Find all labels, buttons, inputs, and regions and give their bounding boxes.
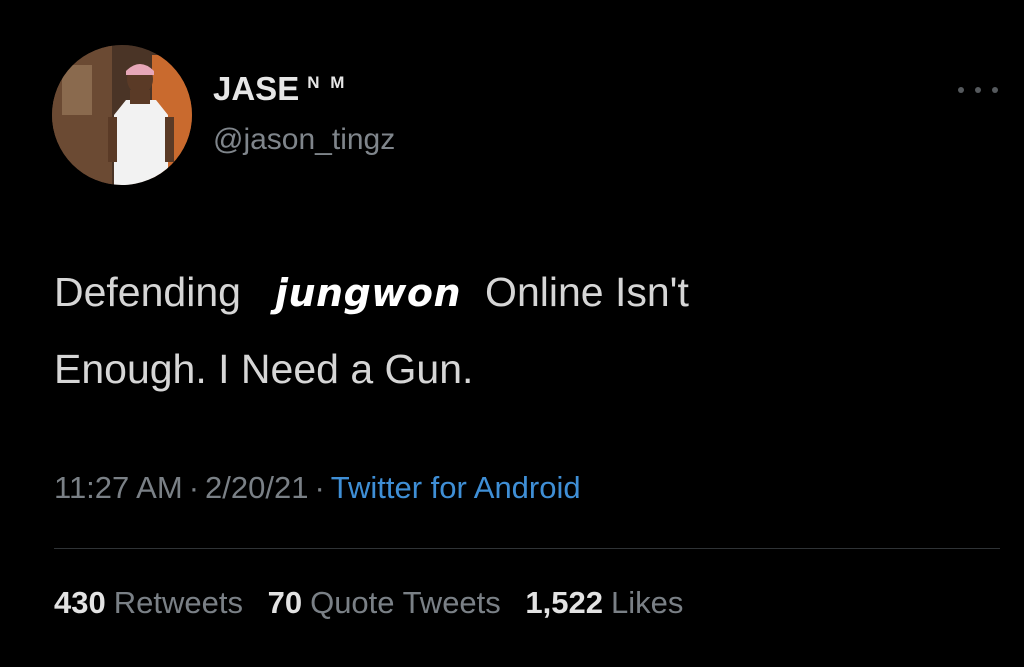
quote-tweets-label: Quote Tweets bbox=[310, 585, 501, 620]
tweet-text-part-2: Online Isn't bbox=[485, 269, 689, 315]
tweet-text: Defending jungwon Online Isn't Enough. I N… bbox=[54, 254, 954, 407]
avatar[interactable] bbox=[52, 45, 192, 185]
tweet-time[interactable]: 11:27 AM bbox=[54, 470, 183, 505]
retweets-count: 430 bbox=[54, 585, 106, 620]
likes-label: Likes bbox=[611, 585, 684, 620]
more-horizontal-icon-dot bbox=[992, 87, 998, 93]
tweet-stats: 430 Retweets 70 Quote Tweets 1,522 Likes bbox=[54, 585, 699, 621]
likes-count: 1,522 bbox=[525, 585, 603, 620]
tweet-text-line-1: Defending jungwon Online Isn't bbox=[54, 254, 954, 331]
meta-separator: · bbox=[188, 470, 200, 505]
more-horizontal-icon bbox=[958, 87, 964, 93]
name-badge: N M bbox=[307, 73, 348, 92]
avatar-photo bbox=[52, 45, 192, 185]
likes-stat[interactable]: 1,522 Likes bbox=[525, 585, 683, 620]
more-options-button[interactable] bbox=[958, 80, 998, 100]
display-name-text: JASE bbox=[213, 70, 300, 107]
tweet-date[interactable]: 2/20/21 bbox=[205, 470, 308, 505]
tweet-card: JASE N M @jason_tingz Defending jungwon Onl… bbox=[0, 0, 1024, 667]
meta-separator: · bbox=[314, 470, 325, 505]
quote-tweets-count: 70 bbox=[267, 585, 303, 620]
divider bbox=[54, 548, 1000, 549]
display-name[interactable]: JASE N M bbox=[213, 70, 347, 108]
tweet-text-part-1: Defending bbox=[54, 269, 241, 315]
censored-name-overlay: jungwon bbox=[274, 271, 462, 315]
tweet-source-link[interactable]: Twitter for Android bbox=[331, 470, 581, 505]
tweet-meta: 11:27 AM · 2/20/21 · Twitter for Android bbox=[54, 470, 581, 506]
quote-tweets-stat[interactable]: 70 Quote Tweets bbox=[268, 585, 501, 620]
retweets-label: Retweets bbox=[113, 585, 243, 620]
more-horizontal-icon-dot bbox=[975, 87, 981, 93]
retweets-stat[interactable]: 430 Retweets bbox=[54, 585, 243, 620]
user-handle[interactable]: @jason_tingz bbox=[213, 123, 395, 157]
tweet-text-line-2: Enough. I Need a Gun. bbox=[54, 346, 474, 392]
